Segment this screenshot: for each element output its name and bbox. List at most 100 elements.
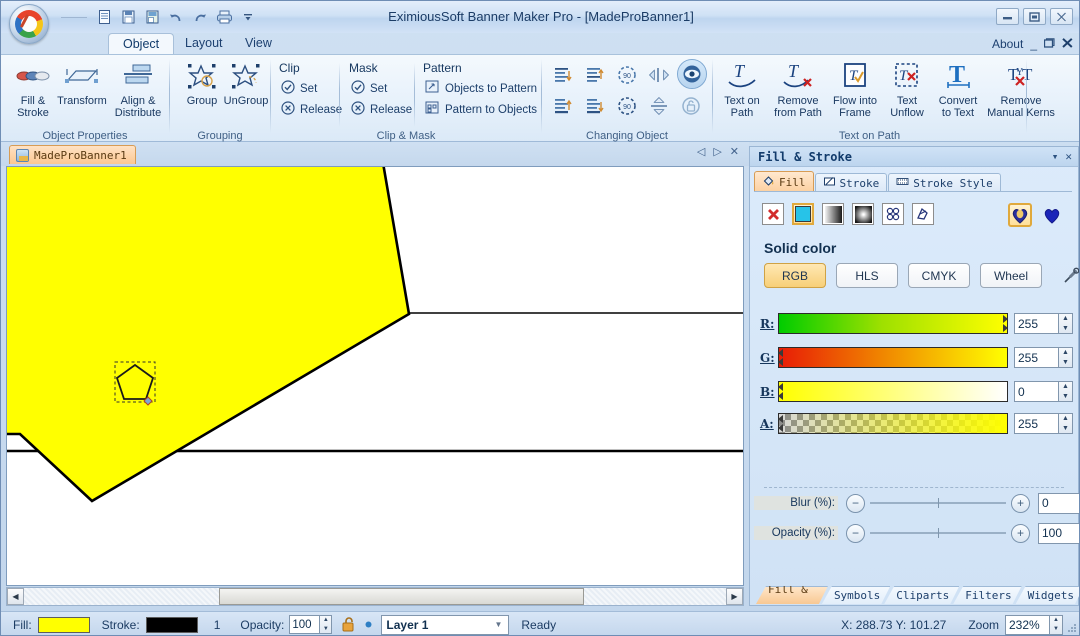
tab-layout[interactable]: Layout [171, 33, 237, 55]
layer-select[interactable]: Layer 1 ▼ [381, 614, 510, 635]
tab-object[interactable]: Object [108, 33, 175, 55]
clip-set-command[interactable]: Set [279, 78, 344, 99]
blue-up-arrow[interactable]: ▲ [1059, 382, 1072, 392]
alpha-down-arrow[interactable]: ▼ [1059, 424, 1072, 434]
bottom-tab-cliparts[interactable]: Cliparts [884, 586, 959, 604]
layer-visible-dot[interactable] [364, 618, 373, 632]
blur-input[interactable] [1038, 492, 1079, 514]
bottom-tab-filters[interactable]: Filters [953, 586, 1021, 604]
solid-fill-icon[interactable] [792, 203, 814, 225]
green-channel-spinner[interactable]: ▲▼ [1014, 347, 1073, 368]
red-down-arrow[interactable]: ▼ [1059, 324, 1072, 334]
scroll-thumb[interactable] [219, 588, 584, 605]
scroll-track[interactable] [24, 588, 726, 605]
remove-from-path-button[interactable]: T Remove from Path [769, 59, 827, 125]
status-opacity-input[interactable] [289, 615, 320, 634]
blur-decrease-button[interactable]: − [846, 493, 865, 513]
flip-horizontal-icon[interactable] [646, 62, 672, 88]
blur-increase-button[interactable]: + [1011, 493, 1030, 513]
green-channel-slider[interactable] [778, 347, 1008, 368]
convert-to-text-button[interactable]: T Convert to Text [931, 59, 985, 125]
text-unflow-button[interactable]: T Text Unflow [883, 59, 931, 125]
blue-channel-input[interactable] [1014, 381, 1058, 402]
doc-close-button[interactable]: ✕ [730, 145, 739, 158]
panel-collapse-button[interactable]: ▾ [1052, 147, 1059, 167]
canvas-drawing[interactable] [7, 167, 743, 585]
eyedropper-icon[interactable] [1060, 265, 1079, 287]
status-zoom-up[interactable]: ▲ [1050, 616, 1062, 625]
rotate-left-90-icon[interactable]: 90 [614, 93, 640, 119]
ribbon-restore-button[interactable] [1043, 37, 1055, 51]
bottom-tab-fill[interactable]: Fill & ... [756, 586, 828, 604]
opacity-decrease-button[interactable]: − [846, 523, 865, 543]
canvas-horizontal-scrollbar[interactable]: ◀ ▶ [6, 587, 744, 606]
color-mode-rgb[interactable]: RGB [764, 263, 826, 288]
remove-manual-kerns-button[interactable]: TTY Remove Manual Kerns [985, 59, 1057, 125]
tab-view[interactable]: View [231, 33, 286, 55]
doc-prev-button[interactable]: ◁ [697, 145, 705, 158]
bottom-tab-widgets[interactable]: Widgets [1016, 586, 1080, 604]
text-on-path-button[interactable]: T Text on Path [715, 59, 769, 125]
pattern-fill-icon[interactable] [882, 203, 904, 225]
color-mode-wheel[interactable]: Wheel [980, 263, 1042, 288]
alpha-channel-slider[interactable] [778, 413, 1008, 434]
mask-set-command[interactable]: Set [349, 78, 414, 99]
status-zoom-down[interactable]: ▼ [1050, 625, 1062, 634]
align-distribute-button[interactable]: Align & Distribute [109, 59, 167, 125]
fill-heart-selected-icon[interactable] [1008, 203, 1032, 227]
flow-into-frame-button[interactable]: T Flow into Frame [827, 59, 883, 125]
document-tab[interactable]: MadeProBanner1 [9, 145, 136, 164]
red-channel-slider[interactable] [778, 313, 1008, 334]
send-backward-icon[interactable] [582, 62, 608, 88]
resize-grip[interactable] [1066, 622, 1078, 634]
show-hide-icon[interactable] [677, 59, 707, 89]
lock-open-icon[interactable] [340, 616, 357, 633]
fill-heart-icon[interactable] [1040, 203, 1064, 227]
red-channel-spinner[interactable]: ▲▼ [1014, 313, 1073, 334]
red-up-arrow[interactable]: ▲ [1059, 314, 1072, 324]
lock-unlock-icon[interactable] [678, 93, 704, 119]
objects-to-pattern-command[interactable]: Objects to Pattern [423, 78, 539, 99]
send-to-back-icon[interactable] [582, 93, 608, 119]
blue-down-arrow[interactable]: ▼ [1059, 392, 1072, 402]
green-channel-input[interactable] [1014, 347, 1058, 368]
alpha-channel-input[interactable] [1014, 413, 1058, 434]
transform-button[interactable]: Transform [53, 59, 111, 125]
minimize-button[interactable] [996, 8, 1019, 25]
green-up-arrow[interactable]: ▲ [1059, 348, 1072, 358]
opacity-spinner[interactable]: ▲▼ [1038, 522, 1079, 544]
clip-release-command[interactable]: Release [279, 99, 344, 120]
blur-slider[interactable] [870, 498, 1006, 508]
status-fill-swatch[interactable] [37, 616, 90, 633]
blur-spinner[interactable]: ▲▼ [1038, 492, 1079, 514]
alpha-channel-spinner[interactable]: ▲▼ [1014, 413, 1073, 434]
color-mode-hls[interactable]: HLS [836, 263, 898, 288]
no-fill-icon[interactable] [762, 203, 784, 225]
swatch-fill-icon[interactable] [912, 203, 934, 225]
ribbon-close-button[interactable] [1062, 37, 1073, 51]
blue-channel-slider[interactable] [778, 381, 1008, 402]
tab-fill[interactable]: Fill [754, 171, 814, 192]
scroll-left-arrow[interactable]: ◀ [7, 588, 24, 605]
application-menu-orb[interactable] [9, 4, 49, 44]
about-link[interactable]: About [992, 37, 1023, 51]
red-channel-input[interactable] [1014, 313, 1058, 334]
alpha-up-arrow[interactable]: ▲ [1059, 414, 1072, 424]
linear-gradient-icon[interactable] [822, 203, 844, 225]
opacity-slider[interactable] [870, 528, 1006, 538]
status-opacity-down[interactable]: ▼ [320, 625, 331, 634]
doc-next-button[interactable]: ▷ [713, 145, 721, 158]
tab-stroke[interactable]: Stroke [814, 173, 888, 192]
bring-forward-icon[interactable] [550, 62, 576, 88]
status-zoom-spinner[interactable]: ▲▼ [1005, 614, 1063, 635]
maximize-restore-button[interactable] [1023, 8, 1046, 25]
ungroup-button[interactable]: UnGroup [218, 59, 274, 125]
chevron-down-icon[interactable]: ▼ [494, 620, 502, 629]
flip-vertical-icon[interactable] [646, 93, 672, 119]
color-mode-cmyk[interactable]: CMYK [908, 263, 970, 288]
blue-channel-spinner[interactable]: ▲▼ [1014, 381, 1073, 402]
scroll-right-arrow[interactable]: ▶ [726, 588, 743, 605]
ribbon-minimize-button[interactable]: _ [1030, 37, 1037, 51]
status-stroke-swatch[interactable] [145, 616, 198, 633]
pattern-to-objects-command[interactable]: Pattern to Objects [423, 99, 539, 120]
